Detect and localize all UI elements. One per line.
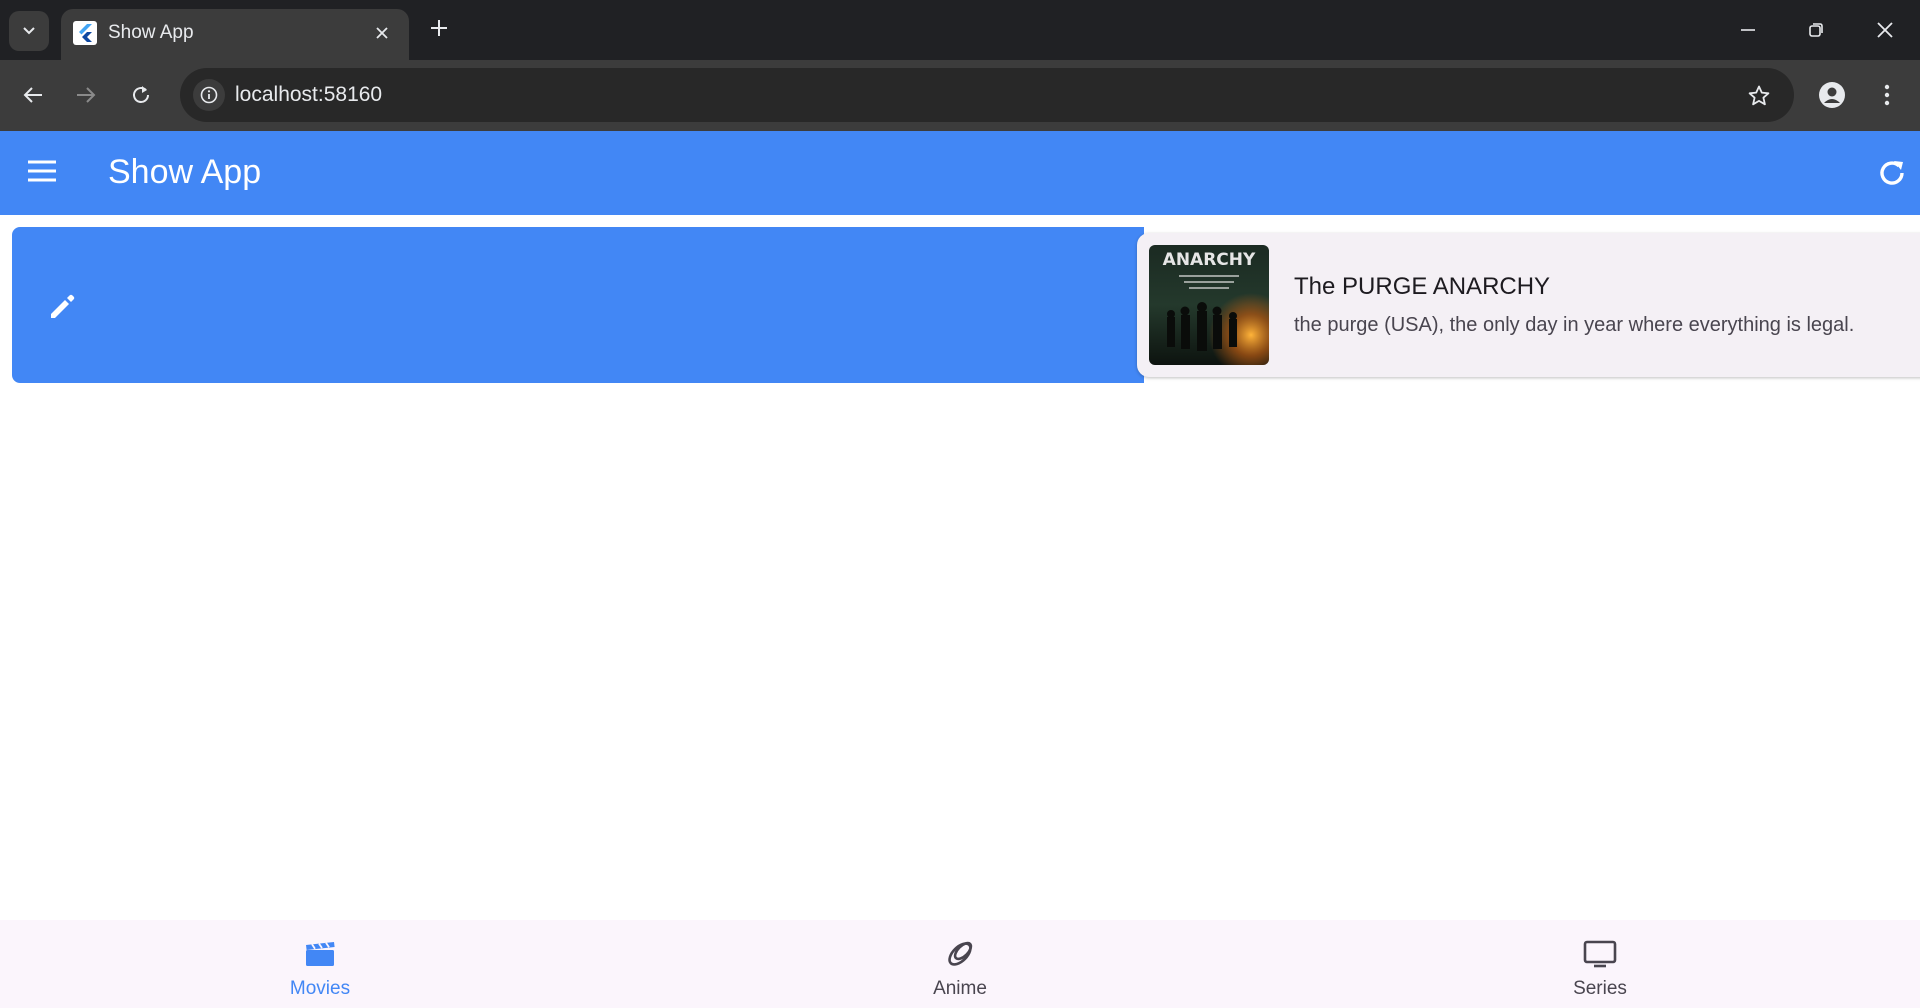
list-item[interactable]: ANARCHY The PURGE ANARCHY the purge (USA…: [1137, 233, 1920, 377]
hamburger-menu-icon: [28, 160, 56, 182]
drawer-menu-button[interactable]: [22, 151, 62, 191]
profile-icon: [1819, 82, 1845, 108]
movie-poster-image: ANARCHY: [1149, 245, 1269, 365]
window-close-icon: [1877, 22, 1893, 38]
refresh-icon: [1880, 161, 1904, 185]
app-title: Show App: [108, 153, 262, 191]
star-icon: [1748, 85, 1770, 106]
minimize-button[interactable]: [1726, 8, 1770, 52]
url-text: localhost:58160: [235, 83, 383, 106]
clapperboard-icon: [306, 942, 335, 966]
bottom-navigation-bar: Movies Anime Series: [0, 920, 1920, 1008]
plus-icon: [431, 20, 447, 36]
poster-title-text: ANARCHY: [1163, 250, 1256, 270]
new-tab-button[interactable]: [424, 13, 454, 43]
movie-title: The PURGE ANARCHY: [1294, 273, 1551, 300]
back-arrow-icon: [23, 87, 42, 103]
edit-pencil-icon: [51, 294, 75, 318]
nav-item-series[interactable]: Series: [1500, 920, 1700, 1008]
nav-item-anime[interactable]: Anime: [860, 920, 1060, 1008]
restore-button[interactable]: [1794, 8, 1838, 52]
app-bar: Show App: [0, 131, 1920, 215]
site-info-button[interactable]: [193, 79, 225, 111]
browser-toolbar: localhost:58160: [0, 60, 1920, 131]
kebab-menu-icon: [1884, 84, 1890, 106]
profile-button[interactable]: [1813, 76, 1851, 114]
window-close-button[interactable]: [1863, 8, 1907, 52]
nav-label-series: Series: [1573, 978, 1627, 999]
address-bar[interactable]: localhost:58160: [180, 68, 1794, 122]
site-info-icon: [200, 86, 218, 104]
flutter-favicon-icon: [73, 21, 97, 45]
nav-item-movies[interactable]: Movies: [220, 920, 420, 1008]
movie-description: the purge (USA), the only day in year wh…: [1294, 314, 1855, 336]
tv-icon: [1583, 940, 1617, 968]
reload-button[interactable]: [122, 76, 160, 114]
tab-search-button[interactable]: [9, 11, 49, 51]
forward-arrow-icon: [77, 87, 96, 103]
browser-tabstrip: Show App: [0, 0, 1920, 60]
nav-label-movies: Movies: [289, 978, 351, 999]
tab-title: Show App: [108, 22, 194, 43]
bookmark-button[interactable]: [1744, 81, 1774, 111]
anime-rings-icon: [948, 941, 973, 966]
browser-tab-active[interactable]: Show App: [61, 9, 409, 60]
forward-button[interactable]: [67, 76, 105, 114]
close-icon: [376, 27, 388, 39]
browser-menu-button[interactable]: [1868, 76, 1906, 114]
nav-label-anime: Anime: [933, 978, 987, 999]
restore-icon: [1809, 23, 1823, 37]
reload-icon: [133, 86, 149, 103]
refresh-button[interactable]: [1872, 153, 1912, 193]
minimize-icon: [1741, 29, 1755, 31]
swipe-edit-action[interactable]: [42, 287, 82, 327]
back-button[interactable]: [14, 76, 52, 114]
swipe-edit-background[interactable]: [12, 227, 1144, 383]
chevron-down-icon: [23, 27, 35, 35]
tab-close-button[interactable]: [369, 20, 395, 46]
